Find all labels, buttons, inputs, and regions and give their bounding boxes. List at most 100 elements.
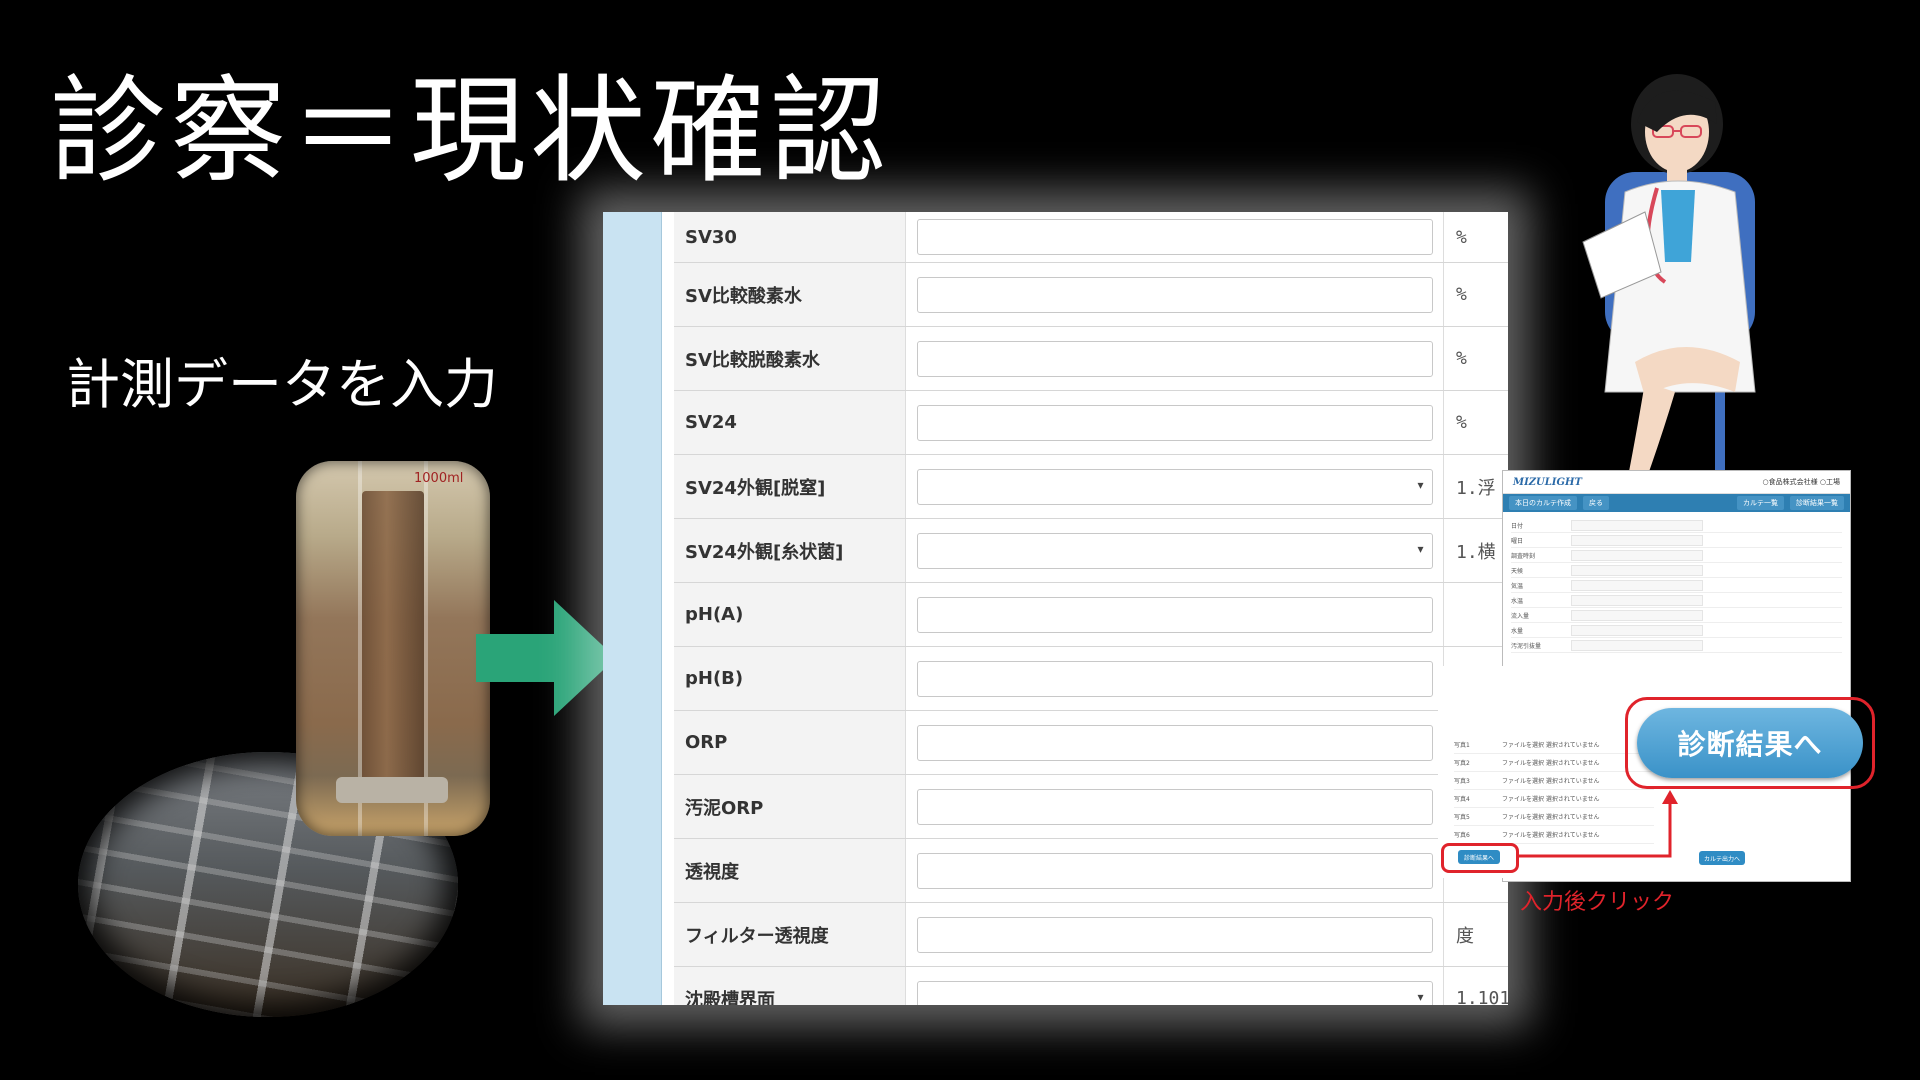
photo-row-label: 写真1 xyxy=(1454,742,1470,749)
form-text-input[interactable] xyxy=(916,219,1433,255)
app-field-row: 調査時刻 xyxy=(1511,548,1842,563)
right-arrow-icon xyxy=(476,600,616,716)
form-field-label: 沈殿槽界面 xyxy=(674,967,906,1005)
form-text-input[interactable] xyxy=(916,916,1433,953)
file-chooser[interactable]: ファイルを選択 選択されていません xyxy=(1502,776,1600,785)
connector-arrow-icon xyxy=(1518,790,1678,858)
form-row: pH(B) xyxy=(674,647,1508,711)
small-button-highlight xyxy=(1441,843,1519,873)
app-field-input[interactable] xyxy=(1571,579,1703,591)
nav-results-list[interactable]: 診断結果一覧 xyxy=(1790,496,1844,510)
form-sidebar xyxy=(603,212,662,1005)
app-field-input[interactable] xyxy=(1571,549,1703,561)
form-row: 汚泥ORP xyxy=(674,775,1508,839)
nav-new-chart[interactable]: 本日のカルテ作成 xyxy=(1509,496,1577,510)
form-text-input[interactable] xyxy=(916,660,1433,697)
nav-chart-list[interactable]: カルテ一覧 xyxy=(1737,496,1784,510)
app-field-input[interactable] xyxy=(1571,534,1703,546)
form-text-input[interactable] xyxy=(916,788,1433,825)
form-text-input[interactable] xyxy=(916,852,1433,889)
form-field-label: フィルター透視度 xyxy=(674,903,906,966)
form-field-label: 透視度 xyxy=(674,839,906,902)
form-field-label: 汚泥ORP xyxy=(674,775,906,838)
photo-row-label: 写真5 xyxy=(1454,814,1470,821)
form-value-cell xyxy=(906,583,1444,646)
file-chooser[interactable]: ファイルを選択 選択されていません xyxy=(1502,758,1600,767)
app-field-input[interactable] xyxy=(1571,609,1703,621)
form-unit: 度 xyxy=(1456,925,1474,947)
app-field-label: 水温 xyxy=(1511,597,1524,605)
form-field-label: pH(B) xyxy=(674,647,906,710)
form-field-label: SV24外観[脱窒] xyxy=(674,455,906,518)
form-row: SV比較脱酸素水% xyxy=(674,327,1508,391)
small-pdf-button[interactable]: カルテ出力へ xyxy=(1699,851,1745,865)
form-text-input[interactable] xyxy=(916,404,1433,441)
measuring-cylinder-photo: 1000ml xyxy=(296,461,490,836)
cylinder-tube xyxy=(362,491,424,791)
app-field-table: 日付 曜日 調査時刻 天候 気温 水温 流入量 水量 汚泥引抜量 xyxy=(1511,518,1842,653)
app-field-row: 曜日 xyxy=(1511,533,1842,548)
cylinder-base xyxy=(336,777,448,803)
form-text-input[interactable] xyxy=(916,276,1433,313)
form-text-input[interactable] xyxy=(916,596,1433,633)
photo-row-label: 写真3 xyxy=(1454,778,1470,785)
form-select[interactable]: ▾ xyxy=(916,980,1433,1005)
nav-spacer xyxy=(1615,501,1731,505)
form-unit: % xyxy=(1456,226,1467,248)
form-value-cell xyxy=(906,391,1444,454)
form-value-cell: ▾ xyxy=(906,455,1444,518)
form-value-cell xyxy=(906,212,1444,262)
form-select[interactable]: ▾ xyxy=(916,532,1433,569)
form-field-label: ORP xyxy=(674,711,906,774)
photo-upload-row: 写真1 ファイルを選択 選択されていません xyxy=(1454,736,1654,754)
form-value-cell xyxy=(906,647,1444,710)
app-field-input[interactable] xyxy=(1571,639,1703,651)
app-field-label: 水量 xyxy=(1511,627,1524,635)
form-row: SV24% xyxy=(674,391,1508,455)
form-select[interactable]: ▾ xyxy=(916,468,1433,505)
form-unit xyxy=(1444,583,1508,646)
measurement-form-screenshot: SV30% SV比較酸素水% SV比較脱酸素水% SV24% SV24外観[脱窒] ▾ 1.… xyxy=(603,212,1508,1005)
form-value-cell: ▾ xyxy=(906,967,1444,1005)
photo-row-label: 写真2 xyxy=(1454,760,1470,767)
form-row: SV24外観[脱窒] ▾ 1.浮 xyxy=(674,455,1508,519)
app-nav: 本日のカルテ作成 戻る カルテ一覧 診断結果一覧 xyxy=(1503,494,1850,512)
form-value-cell: ▾ xyxy=(906,519,1444,582)
app-field-label: 汚泥引抜量 xyxy=(1511,642,1542,650)
app-field-input[interactable] xyxy=(1571,624,1703,636)
form-field-label: pH(A) xyxy=(674,583,906,646)
file-chooser[interactable]: ファイルを選択 選択されていません xyxy=(1502,740,1600,749)
app-field-row: 気温 xyxy=(1511,578,1842,593)
form-value-cell xyxy=(906,775,1444,838)
form-row: フィルター透視度 度 xyxy=(674,903,1508,967)
form-unit: % xyxy=(1456,412,1467,433)
doctor-character-illustration xyxy=(1582,74,1756,502)
form-value-cell xyxy=(906,903,1444,966)
app-field-input[interactable] xyxy=(1571,564,1703,576)
app-field-label: 流入量 xyxy=(1511,612,1530,620)
app-logo: MIZULIGHT xyxy=(1513,476,1582,488)
form-row: pH(A) xyxy=(674,583,1508,647)
photo-upload-row: 写真3 ファイルを選択 選択されていません xyxy=(1454,772,1654,790)
app-field-row: 天候 xyxy=(1511,563,1842,578)
form-unit: % xyxy=(1456,284,1467,305)
form-text-input[interactable] xyxy=(916,724,1433,761)
app-field-row: 水量 xyxy=(1511,623,1842,638)
diagnosis-result-button[interactable]: 診断結果へ xyxy=(1637,708,1863,778)
form-unit: 1.横 xyxy=(1456,541,1496,563)
app-field-input[interactable] xyxy=(1571,519,1703,531)
click-hint: 入力後クリック xyxy=(1520,890,1675,915)
form-field-label: SV24外観[糸状菌] xyxy=(674,519,906,582)
app-header: MIZULIGHT ○食品株式会社様 ○工場 xyxy=(1503,471,1850,494)
nav-back[interactable]: 戻る xyxy=(1583,496,1609,510)
app-company-name: ○食品株式会社様 ○工場 xyxy=(1762,478,1840,486)
form-field-label: SV比較脱酸素水 xyxy=(674,327,906,390)
form-row: SV30% xyxy=(674,212,1508,263)
form-unit: 1.浮 xyxy=(1456,477,1496,499)
form-value-cell xyxy=(906,263,1444,326)
form-text-input[interactable] xyxy=(916,340,1433,377)
app-field-row: 汚泥引抜量 xyxy=(1511,638,1842,653)
app-field-label: 曜日 xyxy=(1511,537,1524,545)
app-field-input[interactable] xyxy=(1571,594,1703,606)
dropdown-caret-icon: ▾ xyxy=(1417,541,1424,556)
